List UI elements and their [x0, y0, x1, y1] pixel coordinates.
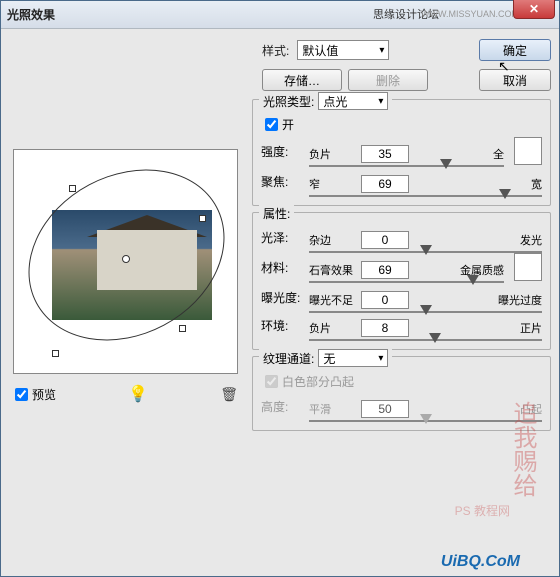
material-label: 材料: — [261, 259, 303, 276]
white-high-input — [265, 375, 278, 388]
light-handle[interactable] — [179, 325, 186, 332]
properties-label: 属性: — [263, 205, 290, 222]
preview-toolbar: 预览 💡 🗑 — [9, 384, 244, 404]
save-delete-row: 存储… 删除 取消 — [252, 69, 551, 91]
save-button[interactable]: 存储… — [262, 69, 342, 91]
intensity-input[interactable] — [361, 145, 409, 163]
material-input[interactable] — [361, 261, 409, 279]
style-dropdown[interactable]: 默认值 — [297, 40, 389, 60]
light-on-input[interactable] — [265, 118, 278, 131]
focus-right: 宽 — [531, 176, 542, 192]
texture-value: 无 — [323, 350, 335, 367]
light-color-swatch[interactable] — [514, 137, 542, 165]
properties-group: 属性: 光泽: 杂边 发光 — [252, 212, 551, 350]
slider-thumb[interactable] — [499, 189, 511, 199]
exposure-right: 曝光过度 — [498, 292, 542, 308]
light-center-handle[interactable] — [122, 255, 130, 263]
material-left: 石膏效果 — [309, 262, 357, 278]
light-type-label: 光照类型: — [263, 93, 314, 110]
dialog-window: 光照效果 思缘设计论坛 WWW.MISSYUAN.COM ✕ — [0, 0, 560, 577]
delete-button[interactable]: 删除 — [348, 69, 428, 91]
material-row: 材料: 石膏效果 金属质感 — [261, 253, 542, 281]
cancel-button[interactable]: 取消 — [479, 69, 551, 91]
texture-label: 纹理通道: — [263, 350, 314, 367]
focus-row: 聚焦: 窄 宽 — [261, 169, 542, 193]
slider-thumb[interactable] — [420, 245, 432, 255]
light-type-dropdown[interactable]: 点光 — [318, 92, 388, 110]
height-left: 平滑 — [309, 401, 357, 417]
light-type-group: 光照类型: 点光 开 强度: 负片 — [252, 99, 551, 206]
white-high-checkbox: 白色部分凸起 — [265, 373, 542, 390]
ambience-left: 负片 — [309, 320, 357, 336]
focus-left: 窄 — [309, 176, 357, 192]
slider-thumb[interactable] — [429, 333, 441, 343]
lightbulb-icon[interactable]: 💡 — [128, 384, 148, 404]
white-high-label: 白色部分凸起 — [282, 373, 354, 390]
exposure-label: 曝光度: — [261, 289, 303, 306]
right-column: 样式: 默认值 确定 存储… 删除 取消 光照类型: 点光 — [252, 39, 551, 566]
footer-url: UiBQ.CoM — [441, 553, 520, 571]
exposure-row: 曝光度: 曝光不足 曝光过度 — [261, 285, 542, 309]
dialog-body: 预览 💡 🗑 样式: 默认值 确定 存储… 删除 取消 光照类型 — [1, 29, 559, 576]
height-row: 高度: 平滑 凸起 — [261, 394, 542, 418]
height-right: 凸起 — [520, 401, 542, 417]
intensity-label: 强度: — [261, 143, 303, 160]
preview-checkbox[interactable]: 预览 — [15, 386, 56, 403]
exposure-left: 曝光不足 — [309, 292, 357, 308]
focus-label: 聚焦: — [261, 173, 303, 190]
preview-checkbox-label: 预览 — [32, 386, 56, 403]
intensity-right: 全 — [493, 146, 504, 162]
gloss-input[interactable] — [361, 231, 409, 249]
height-input — [361, 400, 409, 418]
window-title: 光照效果 — [7, 6, 55, 23]
slider-track — [309, 165, 504, 167]
light-handle[interactable] — [69, 185, 76, 192]
ambience-right: 正片 — [520, 320, 542, 336]
light-handle[interactable] — [199, 215, 206, 222]
properties-group-title: 属性: — [259, 205, 294, 222]
light-handle[interactable] — [52, 350, 59, 357]
light-on-label: 开 — [282, 116, 294, 133]
height-label: 高度: — [261, 398, 303, 415]
gloss-right: 发光 — [520, 232, 542, 248]
texture-group: 纹理通道: 无 白色部分凸起 高度: 平滑 — [252, 356, 551, 431]
light-on-checkbox[interactable]: 开 — [265, 116, 542, 133]
preview-checkbox-input[interactable] — [15, 388, 28, 401]
forum-url: WWW.MISSYUAN.COM — [421, 9, 519, 19]
texture-group-title: 纹理通道: 无 — [259, 349, 392, 367]
light-type-group-title: 光照类型: 点光 — [259, 92, 392, 110]
style-row: 样式: 默认值 确定 — [252, 39, 551, 61]
style-value: 默认值 — [302, 42, 338, 59]
light-type-value: 点光 — [323, 93, 347, 110]
trash-icon[interactable]: 🗑 — [220, 386, 238, 403]
titlebar[interactable]: 光照效果 思缘设计论坛 WWW.MISSYUAN.COM ✕ — [1, 1, 559, 29]
ok-button[interactable]: 确定 — [479, 39, 551, 61]
focus-input[interactable] — [361, 175, 409, 193]
ambient-color-swatch[interactable] — [514, 253, 542, 281]
slider-thumb[interactable] — [440, 159, 452, 169]
slider-thumb — [420, 414, 432, 424]
slider-thumb[interactable] — [467, 275, 479, 285]
ambience-row: 环境: 负片 正片 — [261, 313, 542, 337]
slider-thumb[interactable] — [420, 305, 432, 315]
intensity-row: 强度: 负片 全 — [261, 137, 542, 165]
style-label: 样式: — [262, 42, 289, 59]
close-button[interactable]: ✕ — [513, 0, 555, 19]
texture-dropdown[interactable]: 无 — [318, 349, 388, 367]
ambience-label: 环境: — [261, 317, 303, 334]
preview-canvas[interactable] — [13, 149, 238, 374]
slider-track — [309, 339, 542, 341]
left-column: 预览 💡 🗑 — [9, 39, 244, 566]
exposure-input[interactable] — [361, 291, 409, 309]
gloss-label: 光泽: — [261, 229, 303, 246]
ambience-input[interactable] — [361, 319, 409, 337]
gloss-row: 光泽: 杂边 发光 — [261, 225, 542, 249]
intensity-left: 负片 — [309, 146, 357, 162]
gloss-left: 杂边 — [309, 232, 357, 248]
close-icon: ✕ — [529, 2, 539, 16]
